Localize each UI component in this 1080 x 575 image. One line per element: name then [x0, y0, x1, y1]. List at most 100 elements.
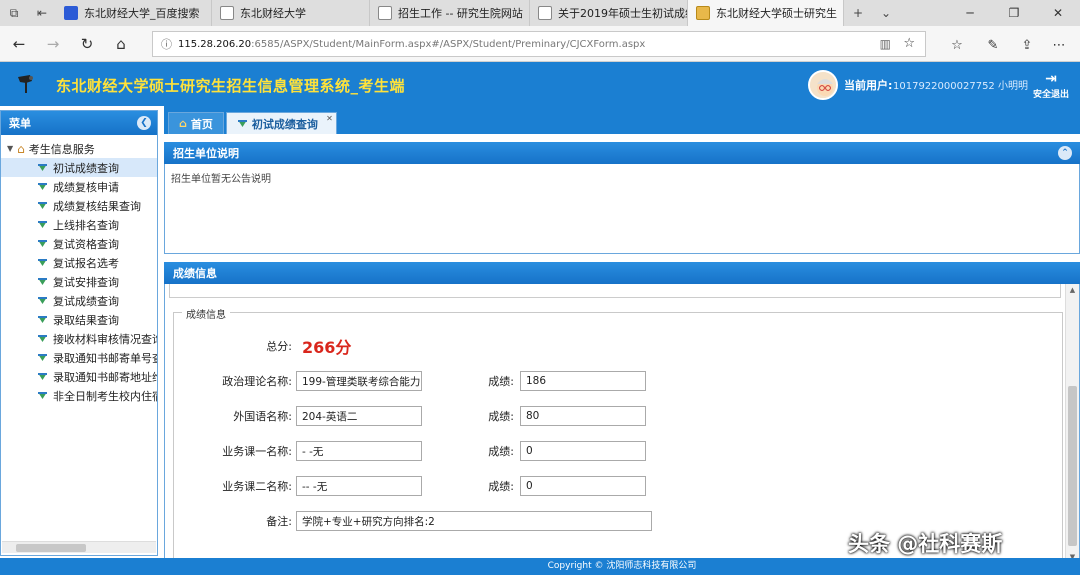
- sidebar-scroll-thumb[interactable]: [16, 544, 86, 552]
- sidebar-item-retest-score[interactable]: 复试成绩查询: [1, 291, 157, 310]
- medal-icon: [38, 278, 47, 285]
- tab-label: 东北财经大学_百度搜索: [84, 7, 200, 20]
- sidebar-item-rank[interactable]: 上线排名查询: [1, 215, 157, 234]
- browser-tab-grad-school[interactable]: 招生工作 -- 研究生院网站: [370, 0, 530, 26]
- reading-view-icon[interactable]: ▥: [880, 37, 891, 51]
- sidebar-item-mail-address[interactable]: 录取通知书邮寄地址维护: [1, 367, 157, 386]
- tab-label: 招生工作 -- 研究生院网站: [398, 7, 523, 20]
- sidebar-item-label: 复试报名选考: [53, 256, 119, 270]
- sidebar-item-label: 初试成绩查询: [53, 161, 119, 175]
- logout-button[interactable]: ⇥ 安全退出: [1030, 71, 1072, 100]
- subject-name-label: 政治理论名称:: [222, 375, 292, 388]
- score-label: 成绩:: [488, 480, 514, 493]
- logo-icon: [18, 75, 33, 93]
- sidebar-item-retest-schedule[interactable]: 复试安排查询: [1, 272, 157, 291]
- url-field[interactable]: ⓘ 115.28.206.20:6585/ASPX/Student/MainFo…: [152, 31, 926, 57]
- avatar: [808, 70, 838, 100]
- score-field[interactable]: 80: [520, 406, 646, 426]
- sidebar-item-label: 录取通知书邮寄地址维护: [53, 370, 157, 384]
- sidebar-item-admission-result[interactable]: 录取结果查询: [1, 310, 157, 329]
- scroll-thumb[interactable]: [1068, 386, 1077, 546]
- score-label: 成绩:: [488, 410, 514, 423]
- close-tab-icon[interactable]: ✕: [326, 114, 333, 123]
- current-user-label: 当前用户:: [844, 79, 893, 92]
- footer: Copyright © 沈阳师志科技有限公司: [164, 558, 1080, 575]
- main-content: ⌂ 首页 初试成绩查询 ✕ 招生单位说明 ⌃ 招生单位暂无公告说明 成绩信息 ▲…: [164, 106, 1080, 566]
- browser-tab-notice[interactable]: 关于2019年硕士生初试成绩: [530, 0, 688, 26]
- vertical-scrollbar[interactable]: ▲ ▼: [1065, 284, 1079, 564]
- score-panel-header: 成绩信息: [164, 262, 1080, 284]
- favorites-hub-icon[interactable]: ☆: [946, 34, 968, 56]
- share-icon[interactable]: ⇪: [1016, 34, 1038, 56]
- sidebar-item-retest-register[interactable]: 复试报名选考: [1, 253, 157, 272]
- refresh-icon[interactable]: ↻: [74, 32, 100, 56]
- info-icon[interactable]: ⓘ: [161, 36, 172, 52]
- scroll-up-icon[interactable]: ▲: [1068, 286, 1077, 295]
- sidebar-item-score-query[interactable]: 初试成绩查询: [1, 158, 157, 177]
- app-title: 东北财经大学硕士研究生招生信息管理系统_考生端: [56, 77, 406, 95]
- browser-tab-active[interactable]: 东北财经大学硕士研究生 ✕: [688, 0, 844, 26]
- sidebar-tree: ▼ ⌂ 考生信息服务 初试成绩查询 成绩复核申请 成绩复核结果查询 上线排名查询…: [1, 135, 157, 405]
- medal-icon: [38, 335, 47, 342]
- browser-tab-baidu[interactable]: 东北财经大学_百度搜索: [56, 0, 212, 26]
- score-panel-title: 成绩信息: [173, 267, 217, 280]
- sidebar-scrollbar[interactable]: [2, 541, 156, 553]
- medal-icon: [38, 240, 47, 247]
- forward-icon[interactable]: →: [40, 32, 66, 56]
- close-window-icon[interactable]: ✕: [1036, 0, 1080, 26]
- medal-icon: [38, 392, 47, 399]
- notice-panel-title: 招生单位说明: [173, 147, 239, 160]
- score-field[interactable]: 0: [520, 476, 646, 496]
- notice-body: 招生单位暂无公告说明: [164, 164, 1080, 254]
- set-tabs-aside-icon[interactable]: ⇤: [28, 0, 56, 26]
- back-icon[interactable]: ←: [6, 32, 32, 56]
- home-icon[interactable]: ⌂: [108, 32, 134, 56]
- medal-icon: [38, 297, 47, 304]
- sidebar-item-dorm-apply[interactable]: 非全日制考生校内住宿申请: [1, 386, 157, 405]
- user-avatar-icon: [810, 72, 836, 98]
- sidebar-header: 菜单 ❮: [1, 111, 157, 135]
- total-row: 总分: 266分: [174, 335, 1054, 357]
- tree-group[interactable]: ▼ ⌂ 考生信息服务: [1, 139, 157, 158]
- browser-tab-dufe[interactable]: 东北财经大学: [212, 0, 370, 26]
- tab-home[interactable]: ⌂ 首页: [168, 112, 224, 134]
- medal-icon: [38, 202, 47, 209]
- notice-panel-header: 招生单位说明 ⌃: [164, 142, 1080, 164]
- collapse-panel-icon[interactable]: ⌃: [1058, 146, 1072, 160]
- pen-icon[interactable]: ✎: [982, 34, 1004, 56]
- tab-list-button[interactable]: ⌄: [872, 0, 900, 26]
- sidebar-item-review-result[interactable]: 成绩复核结果查询: [1, 196, 157, 215]
- remark-field[interactable]: 学院+专业+研究方向排名:2: [296, 511, 652, 531]
- sidebar-item-retest-eligibility[interactable]: 复试资格查询: [1, 234, 157, 253]
- score-field[interactable]: 186: [520, 371, 646, 391]
- score-row: 业务课二名称: -- -无 成绩: 0: [174, 475, 1054, 497]
- subject-name-label: 业务课一名称:: [222, 445, 292, 458]
- collapse-sidebar-icon[interactable]: ❮: [137, 116, 151, 130]
- sidebar-item-material-review[interactable]: 接收材料审核情况查询: [1, 329, 157, 348]
- tab-label: 初试成绩查询: [251, 117, 318, 131]
- address-toolbar: ← → ↻ ⌂ ⓘ 115.28.206.20:6585/ASPX/Studen…: [0, 26, 1080, 62]
- new-tab-button[interactable]: +: [844, 0, 872, 26]
- app-header: 东北财经大学硕士研究生招生信息管理系统_考生端 当前用户: 1017922000…: [0, 62, 1080, 106]
- baidu-favicon-icon: [64, 6, 78, 20]
- sidebar-item-mail-tracking[interactable]: 录取通知书邮寄单号查询: [1, 348, 157, 367]
- tab-score-query[interactable]: 初试成绩查询 ✕: [225, 112, 337, 134]
- expand-arrow-icon[interactable]: ▼: [7, 144, 13, 153]
- tab-actions-icon[interactable]: ⧉: [0, 0, 28, 26]
- tab-label: 关于2019年硕士生初试成绩: [558, 7, 688, 20]
- score-field[interactable]: 0: [520, 441, 646, 461]
- minimize-icon[interactable]: ─: [948, 0, 992, 26]
- sidebar-item-label: 录取通知书邮寄单号查询: [53, 351, 157, 365]
- sidebar-item-review-apply[interactable]: 成绩复核申请: [1, 177, 157, 196]
- score-row: 业务课一名称: - -无 成绩: 0: [174, 440, 1054, 462]
- medal-icon: [38, 183, 47, 190]
- total-score-value: 266分: [302, 338, 352, 357]
- page-favicon-icon: [378, 6, 392, 20]
- sidebar-title: 菜单: [9, 117, 31, 130]
- sidebar-item-label: 成绩复核结果查询: [53, 199, 141, 213]
- favorite-star-icon[interactable]: ☆: [903, 36, 915, 51]
- more-icon[interactable]: ⋯: [1048, 34, 1070, 56]
- maximize-icon[interactable]: ❐: [992, 0, 1036, 26]
- sidebar-item-label: 上线排名查询: [53, 218, 119, 232]
